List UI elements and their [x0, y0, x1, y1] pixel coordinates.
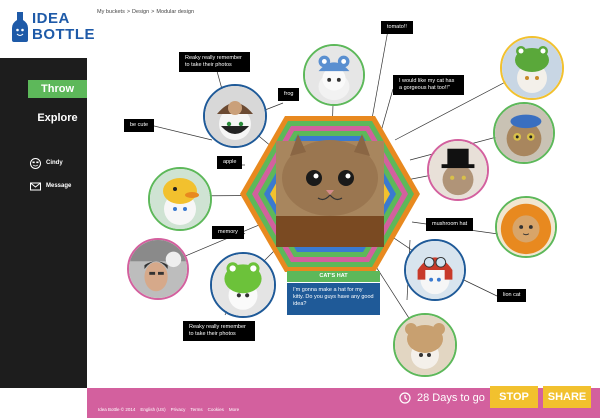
- photo-cat-duck-hat[interactable]: [148, 167, 212, 231]
- tag-lion-cat[interactable]: lion cat: [497, 289, 527, 302]
- footer-terms-link[interactable]: Terms: [190, 407, 202, 412]
- tag-mushroom-hat[interactable]: mushroom hat: [426, 218, 474, 231]
- bottle-icon: [12, 12, 28, 42]
- logo-line-1: IDEA: [32, 10, 70, 27]
- stop-button[interactable]: STOP: [490, 386, 538, 408]
- photo-cat-top-hat[interactable]: [427, 139, 489, 201]
- idea-bottle-logo[interactable]: IDEA BOTTLE: [10, 8, 95, 50]
- photo-man-with-cat[interactable]: [127, 238, 189, 300]
- clock-icon: [399, 392, 411, 404]
- app-root: IDEA BOTTLE Throw Explore Cindy Message …: [0, 0, 600, 418]
- throw-button[interactable]: Throw: [28, 80, 87, 98]
- footer-copyright: Idea Bottle © 2014: [98, 407, 136, 412]
- user-face-icon: [30, 157, 41, 169]
- footer-language-link[interactable]: English (US): [140, 407, 165, 412]
- footer-more-link[interactable]: More: [229, 407, 239, 412]
- tag-memory[interactable]: memory: [212, 226, 244, 239]
- tag-apple[interactable]: apple: [217, 156, 243, 169]
- photo-cat-lion-mane[interactable]: [495, 196, 557, 258]
- tag-gorgeous-hat[interactable]: I would like my cat has a gorgeous hat t…: [393, 75, 464, 95]
- sidebar-item-message[interactable]: Message: [30, 179, 71, 193]
- sidebar: [0, 58, 87, 388]
- tag-reaky-top[interactable]: Reaky really remember to take their phot…: [179, 52, 250, 72]
- tag-frog[interactable]: frog: [278, 88, 300, 101]
- timer-text: 28 Days to go: [417, 392, 485, 404]
- tag-reaky-bottom[interactable]: Reaky really remember to take their phot…: [183, 321, 255, 341]
- envelope-icon: [30, 182, 41, 190]
- photo-cat-frog-hat-blue[interactable]: [303, 44, 365, 106]
- user-name: Cindy: [46, 160, 63, 166]
- breadcrumb-design[interactable]: Design: [132, 9, 149, 15]
- center-question: I'm gonna make a hat for my kitty. Do yo…: [287, 283, 380, 315]
- tag-be-cute[interactable]: be cute: [124, 119, 155, 132]
- breadcrumb-separator: >: [126, 9, 131, 15]
- breadcrumb-separator: >: [151, 9, 155, 15]
- countdown-timer: 28 Days to go: [399, 389, 485, 407]
- footer-cookies-link[interactable]: Cookies: [208, 407, 224, 412]
- photo-cat-blue-beret[interactable]: [493, 102, 555, 164]
- explore-button[interactable]: Explore: [28, 109, 87, 127]
- tag-tomato[interactable]: tomato!!: [381, 21, 413, 34]
- footer-privacy-link[interactable]: Privacy: [171, 407, 186, 412]
- footer-links: Idea Bottle © 2014 English (US) Privacy …: [98, 407, 239, 412]
- logo-text: IDEA BOTTLE: [32, 11, 95, 43]
- center-hexagon[interactable]: [240, 116, 420, 272]
- message-label: Message: [46, 183, 72, 189]
- breadcrumb: My buckets > Design > Modular design: [97, 9, 194, 15]
- sidebar-item-user[interactable]: Cindy: [30, 156, 63, 170]
- breadcrumb-my-buckets[interactable]: My buckets: [97, 9, 125, 15]
- center-title: CAT'S HAT: [287, 271, 380, 282]
- photo-cat-bear-hat[interactable]: [393, 313, 457, 377]
- share-button[interactable]: SHARE: [543, 386, 591, 408]
- photo-cat-frog-hat-green[interactable]: [500, 36, 564, 100]
- breadcrumb-modular-design: Modular design: [156, 9, 194, 15]
- logo-line-2: BOTTLE: [32, 26, 95, 43]
